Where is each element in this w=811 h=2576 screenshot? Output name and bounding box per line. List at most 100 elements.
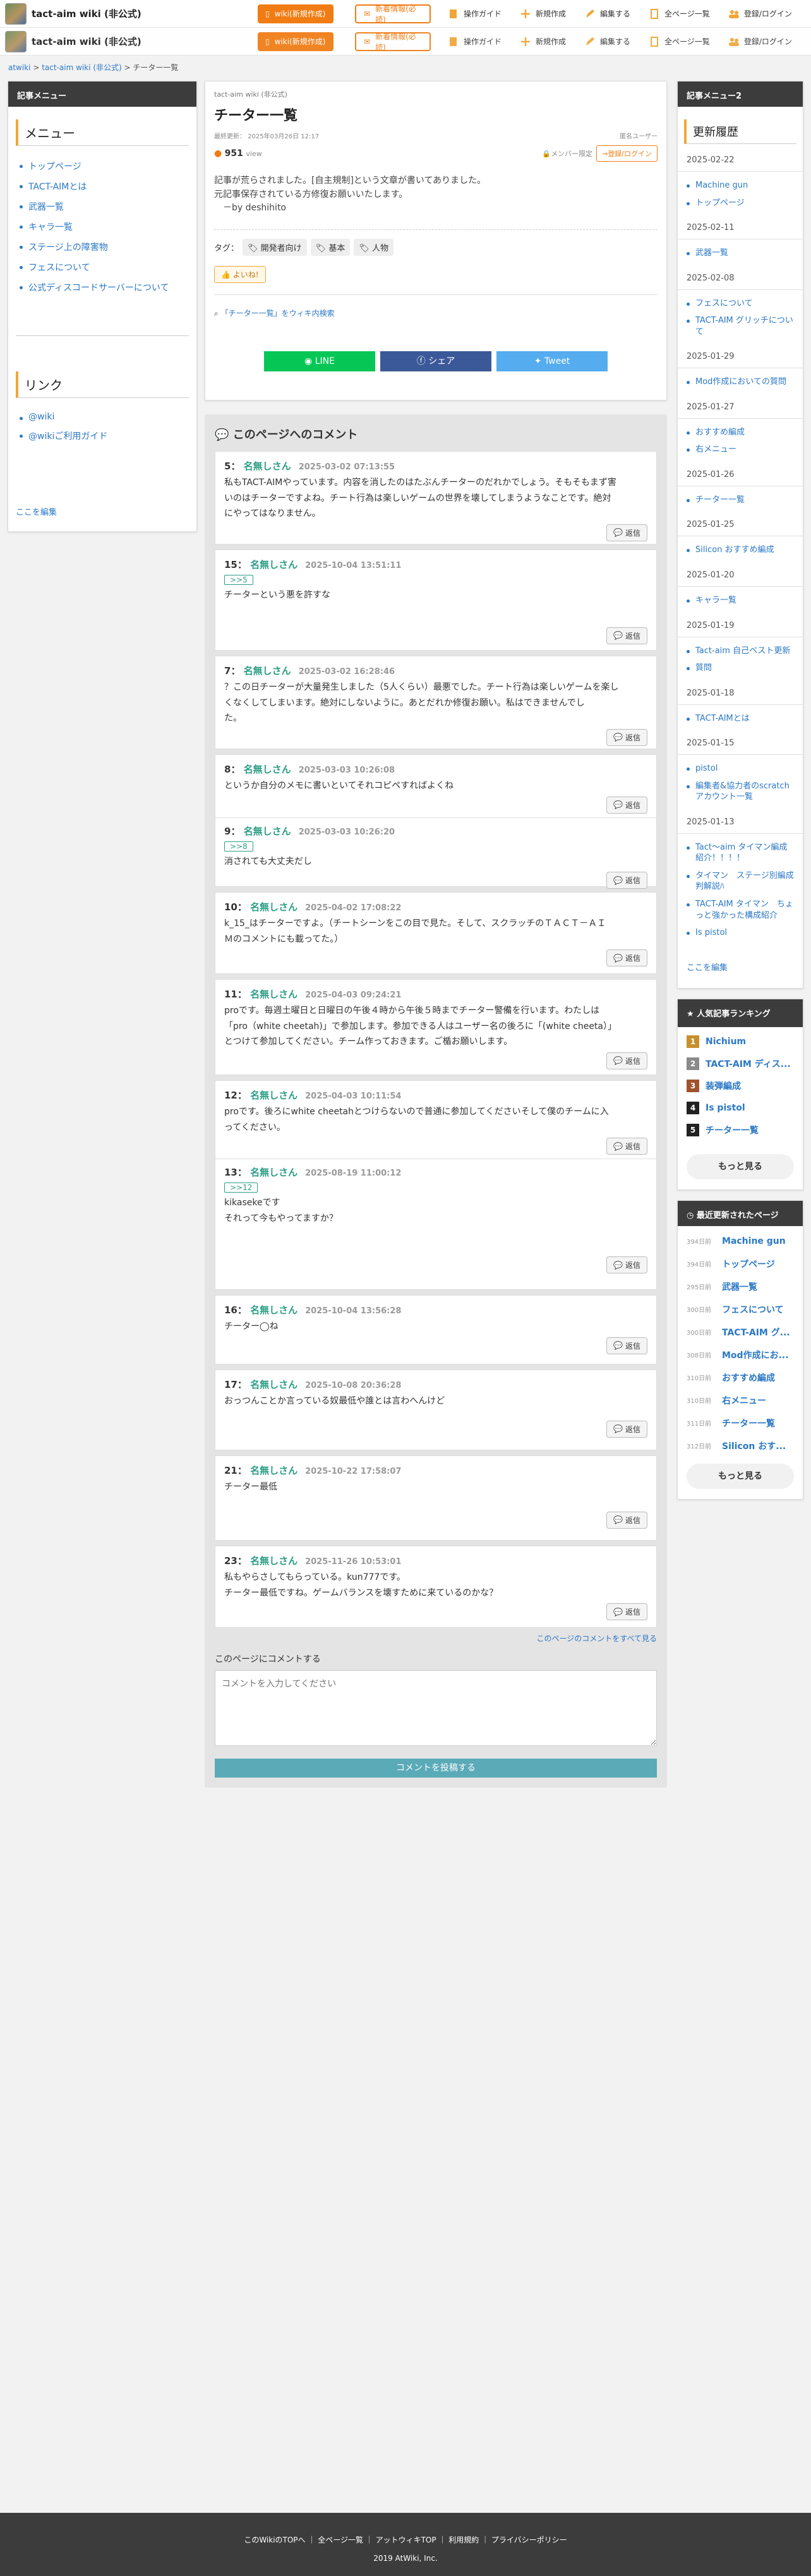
reply-button[interactable]: 💬 返信 [606,872,647,889]
guide-link-sticky[interactable]: 操作ガイド [447,35,502,48]
updated-date: 2025年03月26日 12:17 [248,133,320,140]
ranking-item[interactable]: 3 装弾編成 [687,1075,794,1097]
reply-icon: 💬 [613,953,623,963]
login-link-sticky[interactable]: 登録/ログイン [728,35,792,48]
site-logo[interactable] [5,3,27,25]
pin-icon: ● [214,148,222,159]
reply-button[interactable]: 💬 返信 [606,524,647,541]
wiki-search-link[interactable]: ⌕ 「チーター一覧」をウィキ内検索 [214,294,658,318]
reply-icon: 💬 [613,1260,623,1270]
login-link[interactable]: 登録/ログイン [728,8,792,20]
footer: このWikiのTOPへ ｜ 全ページ一覧 ｜ アットウィキTOP ｜ 利用規約 … [0,2513,811,2576]
reply-button[interactable]: 💬 返信 [606,949,647,966]
right-sidebar: 記事メニュー2 更新履歴 2025-02-22 Machine gun トップページ… [677,81,803,1500]
reply-button[interactable]: 💬 返信 [606,1256,647,1273]
ranking-item[interactable]: 1 Nichium [687,1031,794,1053]
comment: 23： 名無しさん 2025-11-26 10:53:01 私もやらさしてもらってい… [215,1546,657,1628]
recent-item[interactable]: 295日前 武器一覧 [687,1275,794,1298]
book-icon [450,9,457,18]
reply-button[interactable]: 💬 返信 [606,796,647,814]
reply-icon: 💬 [613,1141,623,1151]
recent-item[interactable]: 394日前 トップページ [687,1253,794,1275]
share-twitter-button[interactable]: ✦ Tweet [496,351,608,372]
reply-button[interactable]: 💬 返信 [606,1138,647,1155]
new-page-link-sticky[interactable]: 新規作成 [519,35,566,48]
comment-thread: 8： 名無しさん 2025-03-03 10:26:08 というか自分のメモに書いと… [215,754,657,889]
plus-icon [521,9,531,18]
all-pages-link[interactable]: 全ページ一覧 [648,8,710,20]
create-wiki-button[interactable]: ▯ wiki(新規作成) [258,4,333,23]
reply-button[interactable]: 💬 返信 [606,1511,647,1529]
login-button[interactable]: →登録/ログイン [596,145,658,162]
comment: 11： 名無しさん 2025-04-03 09:24:21 proです。毎週土曜日と… [215,979,657,1075]
menu-list: トップページ TACT-AIMとは 武器一覧 キャラ一覧 ステージ上の障害物 フ… [8,156,196,298]
tag-dev[interactable]: 🏷 開発者向け [243,239,307,256]
create-wiki-button-sticky[interactable]: ▯ wiki(新規作成) [258,32,333,51]
reply-button[interactable]: 💬 返信 [606,1603,647,1620]
comments-section: 💬 このページへのコメント 5： 名無しさん 2025-03-02 07:13:5… [205,414,667,1788]
site-name-sticky[interactable]: tact-aim wiki (非公式) [32,35,240,48]
anchor-link[interactable]: >>8 [224,841,253,852]
share-facebook-button[interactable]: ⓕ シェア [380,351,491,372]
comments-title: 💬 このページへのコメント [215,428,358,442]
all-pages-link-sticky[interactable]: 全ページ一覧 [648,35,710,48]
reply-icon: 💬 [613,1424,623,1433]
recent-item[interactable]: 300日前 フェスについて [687,1298,794,1321]
recent-item[interactable]: 311日前 チーター一覧 [687,1412,794,1435]
reply-button[interactable]: 💬 返信 [606,1052,647,1069]
share-line-button[interactable]: ◉ LINE [264,351,375,372]
comment-icon: 💬 [215,428,229,442]
article-meta-row: ● 951 view 🔒メンバー限定 →登録/ログイン [214,145,658,162]
menu-item-weapons: 武器一覧 [20,196,185,217]
comment-input[interactable] [215,1670,657,1746]
site-logo-sticky[interactable] [5,30,27,52]
article-meta: 最終更新： 2025年03月26日 12:17 匿名ユーザー [214,131,658,140]
comment-form-label: このページにコメントする [215,1654,321,1664]
comment: 17： 名無しさん 2025-10-08 20:36:28 おっつんことか言っている… [215,1369,657,1450]
recent-item[interactable]: 310日前 右メニュー [687,1389,794,1412]
book-icon [450,37,457,46]
news-button-sticky[interactable]: ✉ 新着情報(必読) [355,32,431,52]
header: tact-aim wiki (非公式) ▯ wiki(新規作成) ✉ 新着情報(必読… [0,0,811,28]
recent-item[interactable]: 308日前 Mod作成にお... [687,1344,794,1366]
ranking-item[interactable]: 2 TACT-AIM ディス... [687,1053,794,1075]
tag-person[interactable]: 🏷 人物 [354,239,393,256]
new-page-link[interactable]: 新規作成 [519,8,566,20]
reply-icon: 💬 [613,733,623,742]
breadcrumb: atwiki > tact-aim wiki (非公式) > チーター一覧 [8,63,179,72]
reply-button[interactable]: 💬 返信 [606,627,647,644]
ranking-item[interactable]: 4 Is pistol [687,1097,794,1119]
ranking-more-button[interactable]: もっと見る [687,1153,794,1179]
reply-button[interactable]: 💬 返信 [606,1420,647,1438]
anchor-link[interactable]: >>5 [224,575,253,585]
site-name[interactable]: tact-aim wiki (非公式) [32,7,240,20]
main-content: tact-aim wiki (非公式) チーター一覧 最終更新： 2025年03… [205,81,667,1788]
recent-item[interactable]: 394日前 Machine gun [687,1230,794,1253]
breadcrumb-wiki[interactable]: tact-aim wiki (非公式) [42,63,122,72]
tag-basic[interactable]: 🏷 基本 [310,239,351,256]
recent-item[interactable]: 300日前 TACT-AIM グ... [687,1321,794,1344]
header-nav-sticky: 操作ガイド 新規作成 編集する 全ページ一覧 登録/ログイン [447,35,792,48]
recent-list: 394日前 Machine gun 394日前 トップページ 295日前 武器一覧 3… [678,1226,803,1461]
phone-icon: ▯ [265,9,270,18]
news-button[interactable]: ✉ 新着情報(必読) [355,4,431,24]
anchor-link[interactable]: >>12 [224,1183,258,1193]
submit-comment-button[interactable]: コメントを投稿する [215,1759,657,1778]
ranking-list: 1 Nichium 2 TACT-AIM ディス... 3 装弾編成 4 Is pist… [678,1027,803,1145]
like-button[interactable]: 👍 よいね! [214,266,266,284]
edit-link[interactable]: 編集する [584,8,630,20]
guide-link[interactable]: 操作ガイド [447,8,502,20]
breadcrumb-atwiki[interactable]: atwiki [8,63,31,72]
recent-head: ◷ 最近更新されたページ [678,1200,803,1226]
recent-item[interactable]: 312日前 Silicon おす... [687,1435,794,1457]
recent-item[interactable]: 310日前 おすすめ編成 [687,1366,794,1389]
reply-button[interactable]: 💬 返信 [606,728,647,746]
recent-more-button[interactable]: もっと見る [687,1463,794,1489]
ranking-item[interactable]: 5 チーター一覧 [687,1119,794,1141]
menu-item-about: TACT-AIMとは [20,176,185,196]
comment: 10： 名無しさん 2025-04-02 17:08:22 k_15_はチーターです… [215,892,657,974]
comment: 21： 名無しさん 2025-10-22 17:58:07 チーター最低 💬 返信 [215,1455,657,1541]
reply-button[interactable]: 💬 返信 [606,1337,647,1354]
menu-item-characters: キャラ一覧 [20,217,185,237]
edit-link-sticky[interactable]: 編集する [584,35,630,48]
